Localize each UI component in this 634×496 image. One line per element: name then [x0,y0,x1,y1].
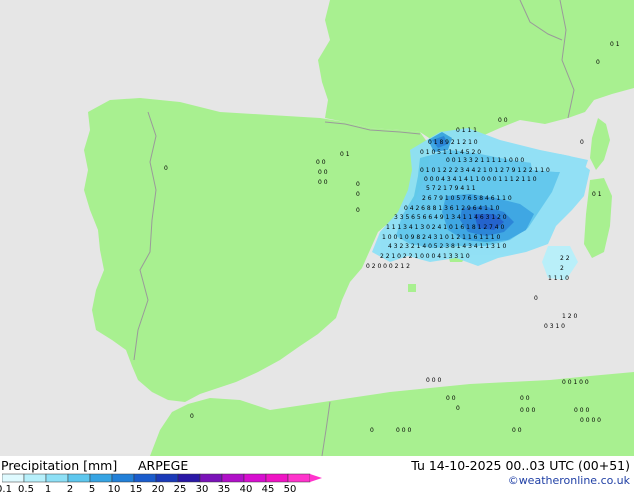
precip-value: 0 0 0 [426,377,441,384]
precipitation-map: 0 1 1 1 0 1 8 9 2 1 2 1 0 0 1 0 5 1 1 1 4 … [0,0,634,456]
precip-value: 0 0 [316,159,326,166]
scale-swatch [155,473,179,483]
precip-value: 5 7 2 1 7 9 4 1 1 [426,185,476,192]
scale-swatch [23,473,47,483]
weather-map[interactable]: 0 1 1 1 0 1 8 9 2 1 2 1 0 0 1 0 5 1 1 1 4 … [0,0,634,456]
precip-value: 0 [356,191,360,198]
precip-value: 0 1 8 9 2 1 2 1 0 [428,139,478,146]
color-scale-ticks: 0.10.5125101520253035404550 [0,484,330,496]
precip-value: 0 0 [318,179,328,186]
scale-swatch [111,473,135,483]
precip-value: 0 0 1 0 0 [562,379,589,386]
precip-value: 0 1 1 1 [456,127,477,134]
precip-value: 2 2 1 0 2 2 1 0 0 0 4 1 3 3 1 0 [380,253,470,260]
precip-value: 0 0 0 [520,407,535,414]
scale-swatch [89,473,113,483]
credit-link[interactable]: ©weatheronline.co.uk [508,474,630,487]
precip-value: 1 0 0 1 0 9 8 2 4 3 1 0 1 2 1 1 6 1 1 1 … [382,234,500,241]
precip-value: 0 [456,405,460,412]
precip-value: 0 [190,413,194,420]
precip-value: 0 0 [520,395,530,402]
scale-swatch [243,473,267,483]
precip-value: 1 1 1 0 [548,275,569,282]
map-title: Precipitation [mm] [1,458,118,473]
precip-value: 0 [596,59,600,66]
model-name: ARPEGE [138,458,189,473]
precip-value: 0 0 0 4 3 4 1 4 1 1 0 0 0 1 1 1 2 1 1 0 [424,176,537,183]
precip-value: 1 1 1 3 4 1 3 0 2 4 1 0 1 6 1 8 1 2 7 4 … [386,224,504,231]
scale-swatch [177,473,201,483]
precip-value: 0 1 0 1 2 2 2 3 4 4 2 1 0 1 2 7 9 1 2 2 … [420,167,550,174]
precip-value: 0 1 [610,41,620,48]
scale-swatch [133,473,157,483]
scale-swatch [45,473,69,483]
precip-value: 0 1 0 5 1 1 1 4 5 2 0 [420,149,481,156]
ibiza-land [408,284,416,292]
scale-swatch [287,473,311,483]
precip-value: 0 [370,427,374,434]
precip-value: 0 4 2 6 8 8 1 3 6 1 2 9 6 4 1 1 0 [404,205,500,212]
precip-value: 0 0 0 [574,407,589,414]
precip-value: 2 6 7 9 1 0 5 7 6 5 8 4 6 1 1 0 [422,195,512,202]
forecast-time: Tu 14-10-2025 00..03 UTC (00+51) [411,458,630,473]
precip-value: 0 [356,207,360,214]
precip-value: 0 2 0 0 0 2 1 2 [366,263,410,270]
precip-value: 1 2 0 [562,313,577,320]
legend-bar: Precipitation [mm] ARPEGE Tu 14-10-2025 … [0,456,634,495]
precip-value: 0 0 [318,169,328,176]
precip-value: 0 0 0 [396,427,411,434]
precip-value: 0 0 [498,117,508,124]
precip-value: 0 0 1 3 3 2 1 1 1 1 1 0 0 0 [446,157,524,164]
scale-swatch [2,473,25,483]
precip-value: 3 3 5 6 5 6 6 4 9 1 3 4 1 1 4 6 3 1 2 0 [394,214,507,221]
scale-arrow [310,474,322,482]
precip-value: 0 0 [512,427,522,434]
scale-swatch [199,473,223,483]
precip-value: 0 [534,295,538,302]
precip-value: 0 1 [340,151,350,158]
precip-value: 2 2 [560,255,570,262]
precip-value: 0 [580,139,584,146]
precip-value: 0 0 [446,395,456,402]
precip-value: 0 [164,165,168,172]
precip-value: 0 [356,181,360,188]
scale-swatch [265,473,289,483]
precip-value: 0 1 [592,191,602,198]
precip-value: 4 3 2 3 2 1 4 0 5 2 3 8 1 4 3 4 1 1 3 1 … [388,243,506,250]
precip-value: 0 0 0 0 [580,417,601,424]
precip-value: 2 [560,265,564,272]
scale-swatch [67,473,91,483]
precip-value: 0 3 1 0 [544,323,565,330]
scale-swatch [221,473,245,483]
